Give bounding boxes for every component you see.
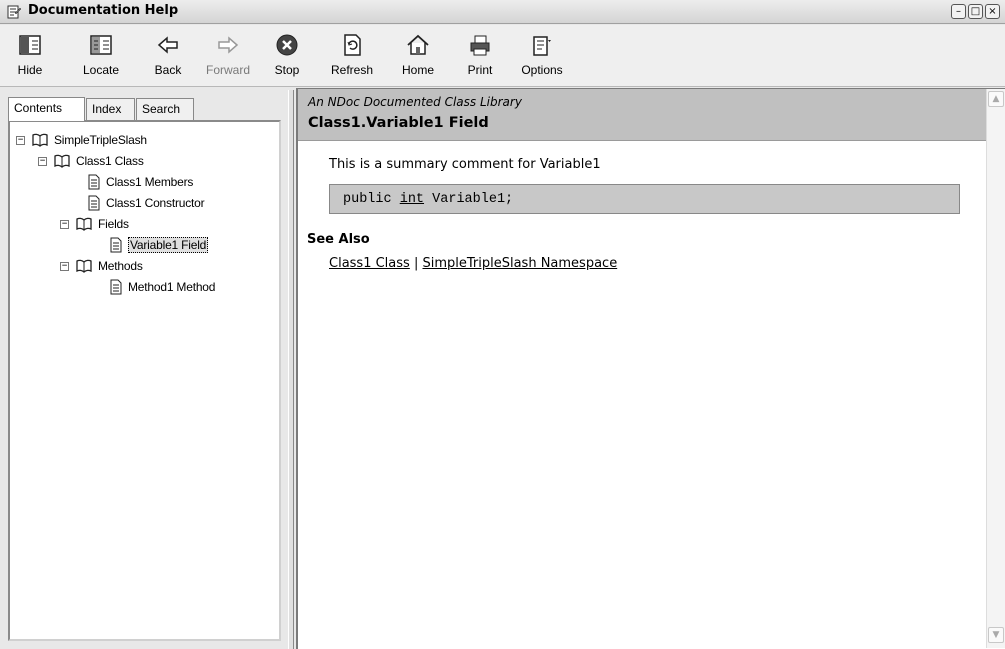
scroll-up-icon[interactable]: ▲ [988,91,1004,107]
link-class1-class[interactable]: Class1 Class [329,256,410,271]
book-icon [76,217,92,231]
title-bar: Documentation Help – □ × [0,0,1005,24]
library-subtitle: An NDoc Documented Class Library [308,95,522,109]
tab-contents[interactable]: Contents [8,97,85,121]
tree-item-label: Fields [98,217,129,231]
close-button[interactable]: × [985,4,1000,19]
tab-search[interactable]: Search [136,98,194,120]
tree-item-label: Class1 Members [106,175,194,189]
book-icon [76,259,92,273]
content-pane: An NDoc Documented Class Library Class1.… [296,88,1005,649]
scroll-down-icon[interactable]: ▼ [988,627,1004,643]
hide-icon [19,35,41,55]
page-title: Class1.Variable1 Field [308,115,489,131]
see-also-heading: See Also [307,232,370,247]
code-member-name: Variable1; [432,192,514,207]
print-icon [470,35,490,56]
minimize-button[interactable]: – [951,4,966,19]
stop-button[interactable]: Stop [272,33,302,83]
syntax-code: public int Variable1; [343,192,513,207]
forward-button[interactable]: Forward [202,33,254,83]
tree-item-variable1-field[interactable]: Variable1 Field [10,237,270,255]
collapse-icon[interactable]: − [38,157,47,166]
toolbar: Hide Locate Back Forward Stop Refresh Ho… [0,25,1005,87]
vertical-scrollbar[interactable]: ▲ ▼ [986,89,1005,648]
tree-item-label: Class1 Class [76,154,144,168]
pane-splitter[interactable] [288,90,294,649]
collapse-icon[interactable]: − [60,220,69,229]
refresh-button[interactable]: Refresh [330,33,374,83]
maximize-button[interactable]: □ [968,4,983,19]
tree-item-class1-class[interactable]: − Class1 Class [10,153,270,171]
locate-button[interactable]: Locate [77,33,125,83]
tree-item-label: Class1 Constructor [106,196,205,210]
tree-item-method1-method[interactable]: Method1 Method [10,279,270,297]
summary-text: This is a summary comment for Variable1 [329,157,601,172]
hide-button[interactable]: Hide [12,33,48,83]
forward-arrow-icon [218,36,239,54]
home-button[interactable]: Home [398,33,438,83]
code-keyword: public [343,192,392,207]
page-banner: An NDoc Documented Class Library Class1.… [298,89,986,141]
link-simpletripleslash-namespace[interactable]: SimpleTripleSlash Namespace [422,256,617,271]
link-separator: | [413,256,419,271]
options-icon [533,36,551,56]
contents-tree: − SimpleTripleSlash − Class1 Class Class… [8,120,281,641]
home-icon [407,34,429,55]
tab-index[interactable]: Index [86,98,135,120]
back-button[interactable]: Back [150,33,186,83]
page-icon [110,279,122,295]
page-icon [88,174,100,190]
tree-item-class1-members[interactable]: Class1 Members [10,174,270,192]
collapse-icon[interactable]: − [60,262,69,271]
tree-item-label: Variable1 Field [128,237,209,253]
tree-item-simpletripleslash[interactable]: − SimpleTripleSlash [10,132,270,150]
book-icon [54,154,70,168]
tree-item-label: SimpleTripleSlash [54,133,147,147]
see-also-links: Class1 Class | SimpleTripleSlash Namespa… [329,256,617,271]
tree-item-fields[interactable]: − Fields [10,216,270,234]
stop-icon [276,34,298,56]
tree-item-class1-constructor[interactable]: Class1 Constructor [10,195,270,213]
collapse-icon[interactable]: − [16,136,25,145]
options-button[interactable]: Options [517,33,567,83]
locate-icon [90,35,112,55]
tree-item-methods[interactable]: − Methods [10,258,270,276]
syntax-box: public int Variable1; [329,184,960,214]
window-title: Documentation Help [28,3,179,18]
page-icon [110,237,122,253]
refresh-icon [344,34,361,56]
tree-item-label: Methods [98,259,143,273]
code-type-link[interactable]: int [400,192,424,207]
navigation-pane: Contents Index Search − SimpleTripleSlas… [4,90,287,645]
book-icon [32,133,48,147]
back-arrow-icon [157,36,178,54]
print-button[interactable]: Print [464,33,496,83]
page-icon [88,195,100,211]
tree-item-label: Method1 Method [128,280,216,294]
help-book-icon [7,5,22,19]
